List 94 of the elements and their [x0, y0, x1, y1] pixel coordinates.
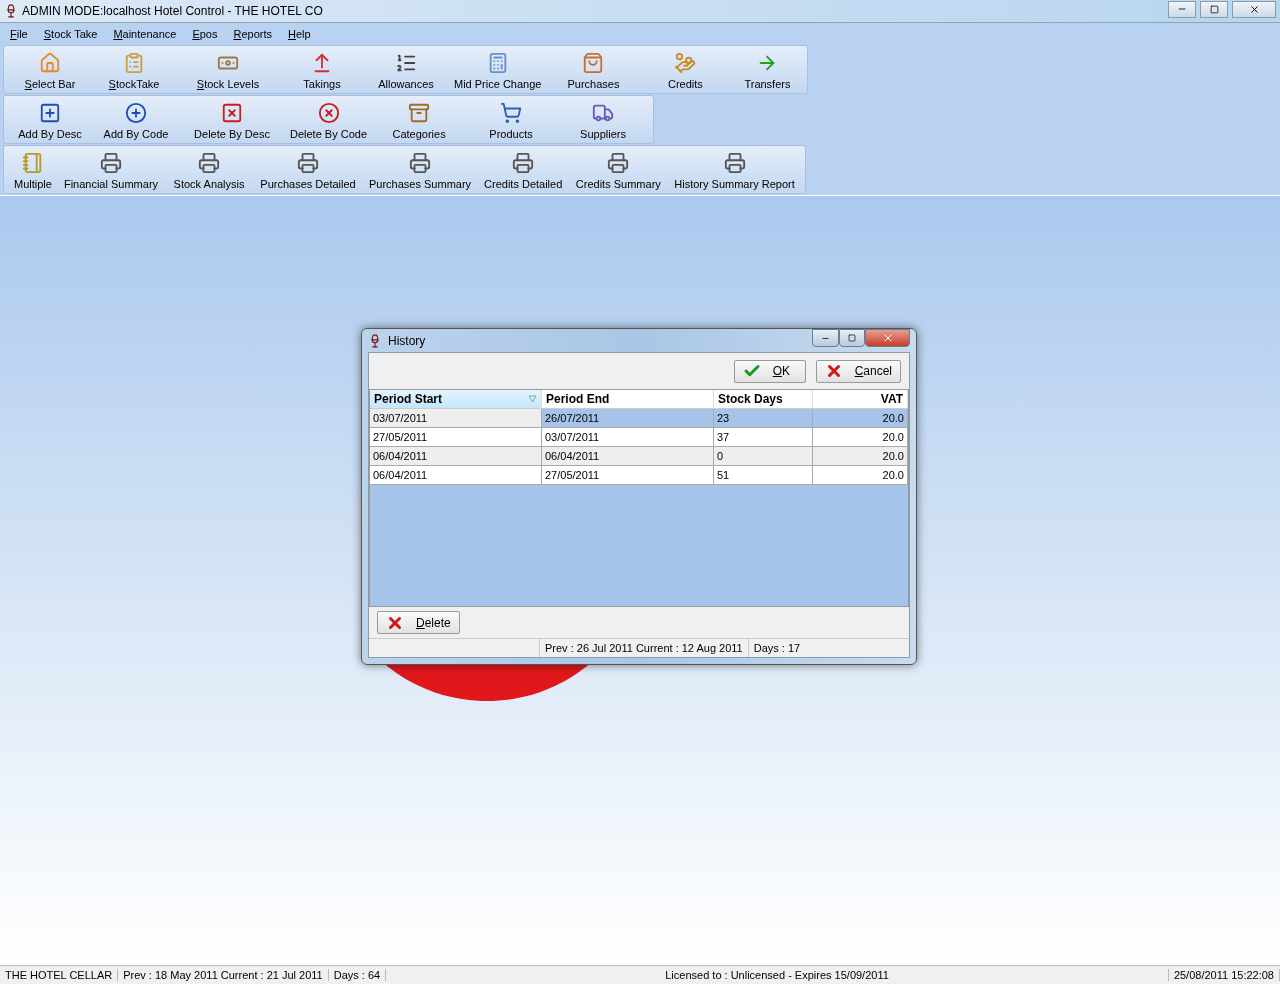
ok-button[interactable]: OK	[733, 359, 806, 383]
printer-icon	[723, 152, 746, 174]
toolbar-button[interactable]: Stock Levels	[176, 46, 280, 93]
printer-icon	[198, 152, 221, 174]
toolbar-button[interactable]: Transfers	[731, 46, 804, 93]
table-cell[interactable]: 03/07/2011	[370, 409, 542, 428]
table-cell[interactable]: 26/07/2011	[542, 409, 714, 428]
cancel-button[interactable]: Cancel	[815, 359, 901, 383]
toolbar-button[interactable]: Delete By Code	[284, 96, 374, 143]
status-text: THE HOTEL CELLAR	[0, 969, 119, 981]
toolbar-button[interactable]: Credits Summary	[568, 146, 669, 193]
hand-coins-icon	[674, 52, 697, 74]
app-icon	[4, 4, 18, 18]
minimize-button[interactable]	[812, 329, 839, 347]
toolbar-button[interactable]: Purchases Summary	[362, 146, 479, 193]
toolbar-button[interactable]: Takings	[280, 46, 364, 93]
menu-item[interactable]: Maintenance	[105, 28, 185, 40]
printer-icon	[512, 152, 535, 174]
table-cell[interactable]: 20.0	[813, 447, 908, 466]
menu-item[interactable]: Epos	[184, 28, 226, 40]
dialog-title: History	[388, 333, 426, 348]
table-cell[interactable]: 0	[714, 447, 813, 466]
cross-icon	[317, 102, 340, 124]
toolbar-button[interactable]: Add By Desc	[8, 96, 92, 143]
cross-icon	[221, 102, 243, 124]
column-header[interactable]: Stock Days	[714, 390, 813, 409]
menu-item[interactable]: Reports	[225, 28, 280, 40]
toolbar-button[interactable]: Delete By Desc	[180, 96, 284, 143]
maximize-icon	[1209, 4, 1219, 14]
table-cell[interactable]: 03/07/2011	[542, 428, 714, 447]
plus-icon	[39, 102, 61, 124]
table-cell[interactable]: 27/05/2011	[542, 466, 714, 485]
box-icon	[408, 102, 431, 124]
toolbar-button[interactable]: Financial Summary	[57, 146, 165, 193]
table-cell[interactable]: 20.0	[813, 409, 908, 428]
delete-button[interactable]: Delete	[377, 611, 460, 634]
column-header[interactable]: Period Start	[370, 390, 542, 409]
app-icon	[368, 333, 382, 348]
toolbar-button[interactable]: Suppliers	[557, 96, 650, 143]
toolbar-button[interactable]: Credits Detailed	[478, 146, 569, 193]
table-cell[interactable]: 06/04/2011	[370, 466, 542, 485]
maximize-icon	[848, 334, 856, 342]
toolbar-button[interactable]: Credits	[639, 46, 732, 93]
printer-icon	[99, 152, 122, 174]
table-cell[interactable]: 20.0	[813, 428, 908, 447]
shopping-cart-icon	[500, 102, 523, 124]
table-cell[interactable]: 51	[714, 466, 813, 485]
status-text: Prev : 18 May 2011 Current : 21 Jul 2011	[118, 969, 329, 981]
table-cell[interactable]: 20.0	[813, 466, 908, 485]
toolbar-button[interactable]: Select Bar	[8, 46, 92, 93]
maximize-button[interactable]	[839, 329, 865, 347]
shopping-bag-icon	[582, 52, 605, 74]
status-text: Prev : 26 Jul 2011 Current : 12 Aug 2011	[539, 639, 748, 657]
printer-icon	[409, 152, 432, 174]
menu-item[interactable]: Stock Take	[35, 28, 106, 40]
plus-icon	[125, 102, 147, 124]
status-text: Days : 64	[328, 969, 387, 981]
window-title: ADMIN MODE:localhost Hotel Control - THE HOTEL CO	[22, 4, 323, 18]
close-button[interactable]	[1232, 0, 1276, 18]
toolbar-button[interactable]: Multiple	[8, 146, 58, 193]
minimize-button[interactable]	[1168, 0, 1196, 18]
column-header[interactable]: Period End	[542, 390, 714, 409]
toolbar-button[interactable]: Purchases Detailed	[254, 146, 363, 193]
table-cell[interactable]: 06/04/2011	[370, 447, 542, 466]
printer-icon	[607, 152, 630, 174]
close-icon	[1248, 3, 1260, 15]
notebook-icon	[21, 152, 44, 174]
clipboard-icon	[123, 52, 145, 74]
close-button[interactable]	[865, 329, 910, 347]
truck-icon	[592, 102, 615, 124]
toolbar-button[interactable]: Stock Analysis	[164, 146, 255, 193]
status-text: Licensed to : Unlicensed - Expires 15/09/2011	[386, 969, 1169, 981]
status-text: 25/08/2011 15:22:08	[1168, 969, 1280, 981]
toolbar-button[interactable]: Purchases	[547, 46, 640, 93]
toolbar-button[interactable]: Mid Price Change	[448, 46, 548, 93]
menu-item[interactable]: Help	[280, 28, 319, 40]
toolbar-button[interactable]: StockTake	[92, 46, 176, 93]
toolbar-button[interactable]: Allowances	[364, 46, 448, 93]
printer-icon	[297, 152, 320, 174]
menu-item[interactable]: File	[2, 28, 36, 40]
filter-icon	[528, 395, 537, 403]
table-cell[interactable]: 23	[714, 409, 813, 428]
table-cell[interactable]: 06/04/2011	[542, 447, 714, 466]
toolbar-button[interactable]: Products	[465, 96, 558, 143]
maximize-button[interactable]	[1200, 0, 1228, 18]
toolbar-button[interactable]: Categories	[373, 96, 466, 143]
house-icon	[39, 52, 61, 74]
status-text: Days : 17	[747, 639, 806, 657]
toolbar-button[interactable]: Add By Code	[92, 96, 180, 143]
toolbar-button[interactable]: History Summary Report	[668, 146, 801, 193]
list-icon	[395, 52, 417, 74]
table-cell[interactable]: 37	[714, 428, 813, 447]
column-header[interactable]: VAT	[813, 390, 908, 409]
table-cell[interactable]: 27/05/2011	[370, 428, 542, 447]
